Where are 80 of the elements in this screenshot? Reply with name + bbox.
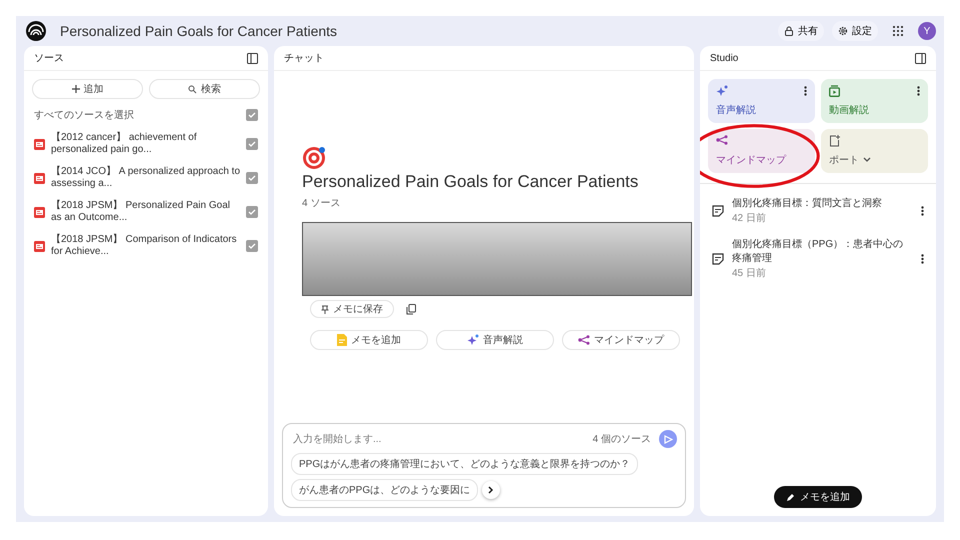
video-icon bbox=[829, 85, 840, 97]
target-icon bbox=[302, 144, 328, 170]
plus-icon bbox=[72, 85, 80, 93]
source-count: 4 個のソース bbox=[592, 433, 651, 446]
note-icon bbox=[712, 204, 724, 216]
lock-icon bbox=[784, 26, 794, 36]
add-note-button[interactable]: メモを追加 bbox=[774, 486, 862, 508]
note-title[interactable]: 個別化疼痛目標：質問文言と洞察 bbox=[732, 196, 913, 210]
share-button[interactable]: 共有 bbox=[778, 21, 824, 41]
source-checkbox[interactable] bbox=[246, 172, 258, 184]
studio-tile[interactable]: 動画解説 bbox=[821, 79, 928, 123]
add-source-button[interactable]: 追加 bbox=[32, 79, 143, 99]
tile-label: 音声解説 bbox=[716, 104, 756, 117]
panel-title: Studio bbox=[710, 52, 738, 64]
more-icon[interactable] bbox=[804, 86, 807, 96]
check-icon bbox=[248, 208, 256, 216]
studio-tile[interactable]: マインドマップ bbox=[708, 129, 815, 173]
pdf-icon bbox=[34, 138, 45, 150]
pdf-icon bbox=[34, 206, 45, 218]
note-title[interactable]: 個別化疼痛目標（PPG）：患者中心の疼痛管理 bbox=[732, 237, 913, 265]
check-icon bbox=[248, 140, 256, 148]
tile-label: ポート bbox=[829, 154, 859, 167]
more-icon[interactable] bbox=[921, 254, 924, 264]
studio-tile[interactable]: ポート bbox=[821, 129, 928, 173]
check-icon bbox=[248, 242, 256, 250]
more-icon[interactable] bbox=[921, 206, 924, 216]
mind-map-button[interactable]: マインドマップ bbox=[562, 330, 680, 350]
panel-toggle-icon[interactable] bbox=[915, 52, 926, 64]
document-plus-icon bbox=[829, 135, 841, 147]
suggestion-chip[interactable]: がん患者のPPGは、どのような要因に bbox=[291, 479, 478, 501]
apps-grid-icon[interactable] bbox=[892, 25, 904, 37]
source-title[interactable]: 【2018 JPSM】 Comparison of Indicators for Achieve... bbox=[51, 234, 240, 258]
check-icon bbox=[248, 174, 256, 182]
copy-icon[interactable] bbox=[406, 304, 416, 314]
source-title[interactable]: 【2018 JPSM】 Personalized Pain Goal as an Outcome... bbox=[51, 200, 240, 224]
panel-toggle-icon[interactable] bbox=[247, 52, 258, 64]
select-all-label: すべてのソースを選択 bbox=[34, 109, 135, 122]
sparkle-icon bbox=[716, 85, 728, 97]
send-button[interactable] bbox=[659, 430, 677, 448]
avatar[interactable]: Y bbox=[918, 22, 936, 40]
pdf-icon bbox=[34, 240, 45, 252]
studio-tile[interactable]: 音声解説 bbox=[708, 79, 815, 123]
chevron-down-icon[interactable] bbox=[863, 157, 871, 163]
search-icon bbox=[188, 84, 197, 94]
settings-button[interactable]: 設定 bbox=[832, 21, 878, 41]
search-source-button[interactable]: 検索 bbox=[149, 79, 260, 99]
gear-icon bbox=[838, 26, 848, 36]
note-age: 42 日前 bbox=[732, 212, 767, 225]
add-note-button[interactable]: メモを追加 bbox=[310, 330, 428, 350]
mind-map-icon bbox=[578, 335, 590, 345]
pin-icon bbox=[321, 304, 329, 314]
logo-icon bbox=[26, 21, 46, 41]
source-checkbox[interactable] bbox=[246, 240, 258, 252]
save-to-note-button[interactable]: メモに保存 bbox=[310, 300, 394, 318]
audio-overview-button[interactable]: 音声解説 bbox=[436, 330, 554, 350]
pdf-icon bbox=[34, 172, 45, 184]
sparkle-icon bbox=[467, 334, 479, 346]
source-checkbox[interactable] bbox=[246, 206, 258, 218]
pencil-icon bbox=[786, 492, 795, 502]
tile-label: 動画解説 bbox=[829, 104, 869, 117]
note-icon bbox=[712, 252, 724, 264]
suggestion-chip[interactable]: PPGはがん患者の疼痛管理において、どのような意義と限界を持つのか？ bbox=[291, 453, 638, 475]
tile-label: マインドマップ bbox=[716, 154, 786, 167]
source-checkbox[interactable] bbox=[246, 138, 258, 150]
notebook-heading: Personalized Pain Goals for Cancer Patients bbox=[302, 172, 638, 192]
source-title[interactable]: 【2012 cancer】 achievement of personalized pain go... bbox=[51, 132, 240, 156]
source-count: 4 ソース bbox=[302, 197, 340, 210]
send-icon bbox=[664, 434, 672, 444]
panel-title: ソース bbox=[34, 52, 64, 65]
more-icon[interactable] bbox=[917, 86, 920, 96]
check-icon bbox=[248, 111, 256, 119]
panel-title: チャット bbox=[284, 52, 324, 65]
chevron-right-icon bbox=[488, 486, 494, 494]
mind-map-icon bbox=[716, 135, 728, 145]
note-age: 45 日前 bbox=[732, 267, 767, 280]
note-icon bbox=[337, 334, 347, 346]
notebook-title: Personalized Pain Goals for Cancer Patients bbox=[60, 23, 338, 39]
source-title[interactable]: 【2014 JCO】 A personalized approach to assessing a... bbox=[51, 166, 240, 190]
select-all-checkbox[interactable] bbox=[246, 109, 258, 121]
next-suggestions-button[interactable] bbox=[482, 481, 500, 499]
